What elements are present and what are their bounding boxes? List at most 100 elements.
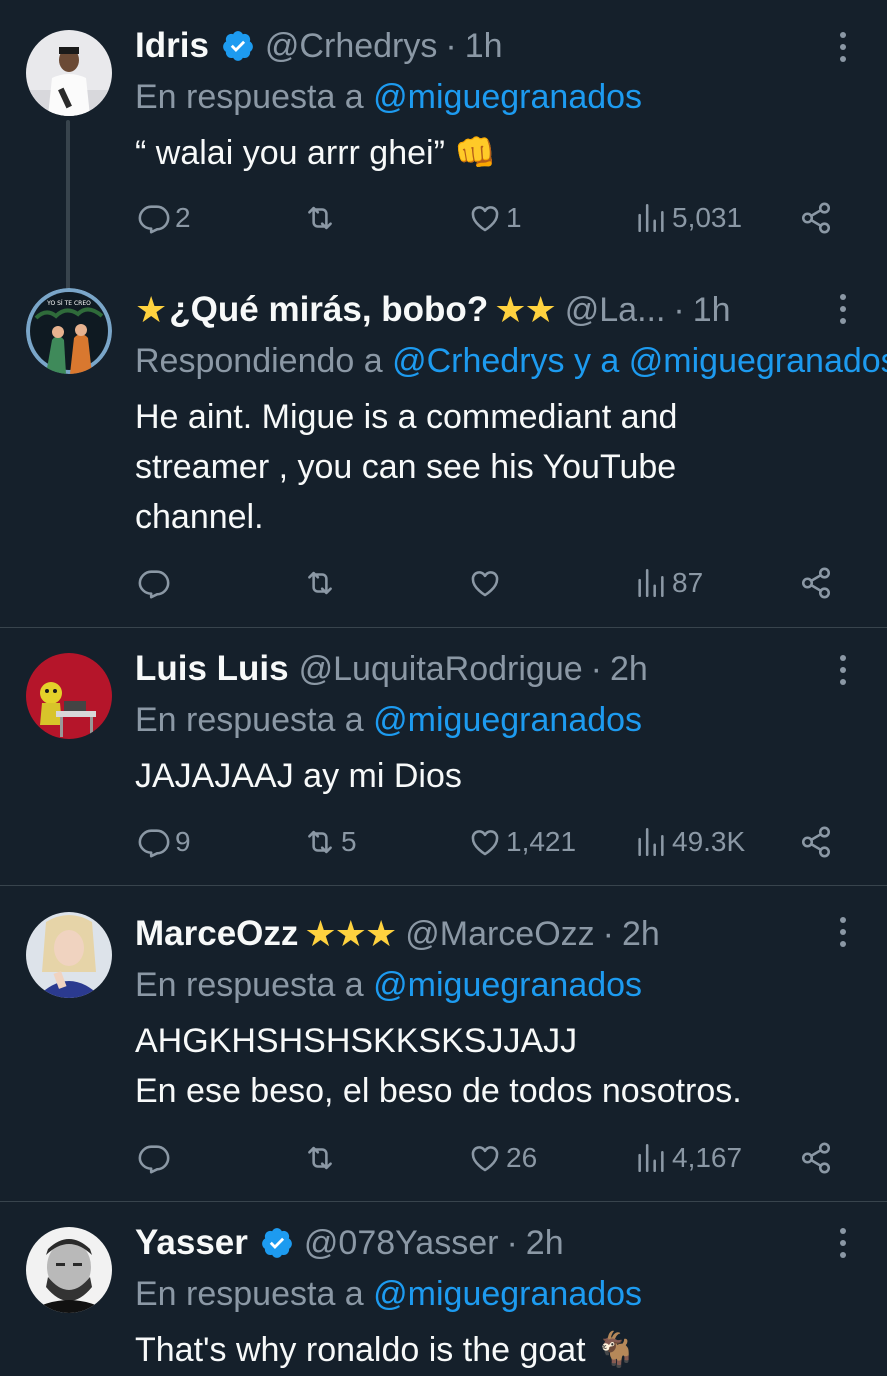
views-chart-icon bbox=[638, 1143, 664, 1173]
author-name[interactable]: Luis Luis bbox=[135, 649, 289, 689]
like-count: 1,421 bbox=[506, 826, 577, 857]
author-handle[interactable]: @LuquitaRodrigue bbox=[299, 650, 583, 689]
separator-dot: · bbox=[445, 26, 457, 65]
reply-icon bbox=[138, 205, 170, 234]
reply-icon bbox=[138, 570, 170, 599]
share-button[interactable] bbox=[799, 198, 833, 238]
black-and-white-man-avatar bbox=[26, 1227, 112, 1313]
person-in-white-shirt-avatar bbox=[26, 30, 112, 116]
author-handle[interactable]: @Crhedrys bbox=[265, 27, 437, 66]
author-name[interactable]: Idris bbox=[135, 26, 209, 66]
avatar-caption: YO SÍ TE CREO bbox=[46, 300, 91, 307]
avatar[interactable] bbox=[26, 912, 112, 998]
share-icon bbox=[801, 567, 831, 599]
avatar[interactable] bbox=[26, 1227, 112, 1313]
more-options-icon[interactable] bbox=[836, 30, 850, 64]
tweet-actions: 87 bbox=[0, 563, 887, 603]
tweet-text: He aint. Migue is a commediant and strea… bbox=[135, 398, 678, 536]
tweet-text: JAJAJAAJ ay mi Dios bbox=[135, 757, 462, 795]
share-icon bbox=[801, 1142, 831, 1174]
share-button[interactable] bbox=[799, 1138, 833, 1178]
separator-dot: · bbox=[506, 1223, 518, 1262]
reply-button[interactable]: 9 bbox=[137, 822, 191, 862]
blonde-person-selfie-avatar bbox=[26, 912, 112, 998]
views-button[interactable]: 5,031 bbox=[634, 198, 742, 238]
like-count: 1 bbox=[506, 202, 522, 233]
like-button[interactable]: 26 bbox=[468, 1138, 537, 1178]
view-count: 4,167 bbox=[672, 1142, 743, 1173]
view-count: 49.3K bbox=[672, 826, 746, 857]
heart-icon bbox=[471, 830, 499, 856]
share-button[interactable] bbox=[799, 822, 833, 862]
tweet-header: Yasser @078Yasser · 2h bbox=[135, 1221, 564, 1265]
views-button[interactable]: 4,167 bbox=[634, 1138, 742, 1178]
tweet-divider bbox=[0, 627, 887, 628]
tweet-header: ★ ¿Qué mirás, bobo? ★★ @La... · 1h bbox=[135, 288, 731, 332]
reply-icon bbox=[138, 1145, 170, 1174]
views-chart-icon bbox=[638, 568, 664, 598]
reply-context: En respuesta a @miguegranados bbox=[135, 966, 887, 1005]
reply-button[interactable] bbox=[137, 563, 175, 603]
reply-mention-link[interactable]: @miguegranados bbox=[373, 78, 642, 116]
avatar[interactable]: YO SÍ TE CREO bbox=[26, 288, 112, 374]
name-stars-icon: ★★★ bbox=[304, 913, 397, 954]
retweet-button[interactable] bbox=[303, 563, 341, 603]
verified-badge-icon bbox=[262, 1228, 292, 1258]
tweet-text: AHGKHSHSHSKKSKSJJAJJ En ese beso, el bes… bbox=[135, 1022, 742, 1110]
reply-mention-link[interactable]: @miguegranados bbox=[373, 1275, 642, 1313]
tweet-actions: 26 4,167 bbox=[0, 1138, 887, 1178]
tweet-header: Idris @Crhedrys · 1h bbox=[135, 24, 503, 68]
retweet-button[interactable] bbox=[303, 1138, 341, 1178]
retweet-button[interactable] bbox=[303, 198, 341, 238]
timestamp[interactable]: 2h bbox=[622, 915, 660, 954]
timestamp[interactable]: 1h bbox=[693, 291, 731, 330]
author-name[interactable]: MarceOzz bbox=[135, 914, 298, 954]
avatar[interactable] bbox=[26, 30, 112, 116]
tweet-header: MarceOzz ★★★ @MarceOzz · 2h bbox=[135, 912, 660, 956]
share-icon bbox=[801, 826, 831, 858]
reply-mention-link[interactable]: @Crhedrys y a @miguegranados bbox=[392, 342, 887, 380]
tweet-header: Luis Luis @LuquitaRodrigue · 2h bbox=[135, 647, 648, 691]
like-button[interactable]: 1 bbox=[468, 198, 522, 238]
author-name[interactable]: ¿Qué mirás, bobo? bbox=[169, 290, 488, 330]
share-button[interactable] bbox=[799, 563, 833, 603]
heart-icon bbox=[471, 1146, 499, 1172]
timestamp[interactable]: 2h bbox=[526, 1224, 564, 1263]
reply-mention-link[interactable]: @miguegranados bbox=[373, 701, 642, 739]
reply-count: 2 bbox=[175, 202, 191, 233]
like-button[interactable]: 1,421 bbox=[468, 822, 576, 862]
view-count: 87 bbox=[672, 567, 704, 598]
reply-button[interactable]: 2 bbox=[137, 198, 191, 238]
view-count: 5,031 bbox=[672, 202, 743, 233]
retweet-icon bbox=[308, 830, 332, 854]
more-options-icon[interactable] bbox=[836, 915, 850, 949]
like-button[interactable] bbox=[468, 563, 506, 603]
timestamp[interactable]: 2h bbox=[610, 650, 648, 689]
views-button[interactable]: 87 bbox=[634, 563, 703, 603]
tweet-divider bbox=[0, 1201, 887, 1202]
verified-badge-icon bbox=[223, 31, 253, 61]
like-count: 26 bbox=[506, 1142, 538, 1173]
reply-icon bbox=[138, 829, 170, 858]
views-chart-icon bbox=[638, 203, 664, 233]
more-options-icon[interactable] bbox=[836, 653, 850, 687]
avatar[interactable] bbox=[26, 653, 112, 739]
reply-count: 9 bbox=[175, 826, 191, 857]
more-options-icon[interactable] bbox=[836, 1226, 850, 1260]
more-options-icon[interactable] bbox=[836, 292, 850, 326]
name-star-icon: ★ bbox=[135, 289, 168, 330]
name-stars-icon: ★★ bbox=[494, 289, 557, 330]
retweet-button[interactable]: 5 bbox=[303, 822, 357, 862]
reply-mention-link[interactable]: @miguegranados bbox=[373, 966, 642, 1004]
reply-context: Respondiendo a @Crhedrys y a @miguegrana… bbox=[135, 342, 887, 381]
author-handle[interactable]: @078Yasser bbox=[304, 1224, 499, 1263]
timestamp[interactable]: 1h bbox=[465, 27, 503, 66]
author-handle[interactable]: @MarceOzz bbox=[405, 915, 594, 954]
author-handle[interactable]: @La... bbox=[565, 291, 666, 330]
views-chart-icon bbox=[638, 827, 664, 857]
separator-dot: · bbox=[590, 649, 602, 688]
views-button[interactable]: 49.3K bbox=[634, 822, 745, 862]
reply-prefix: En respuesta a bbox=[135, 966, 374, 1004]
reply-button[interactable] bbox=[137, 1138, 175, 1178]
author-name[interactable]: Yasser bbox=[135, 1223, 248, 1263]
